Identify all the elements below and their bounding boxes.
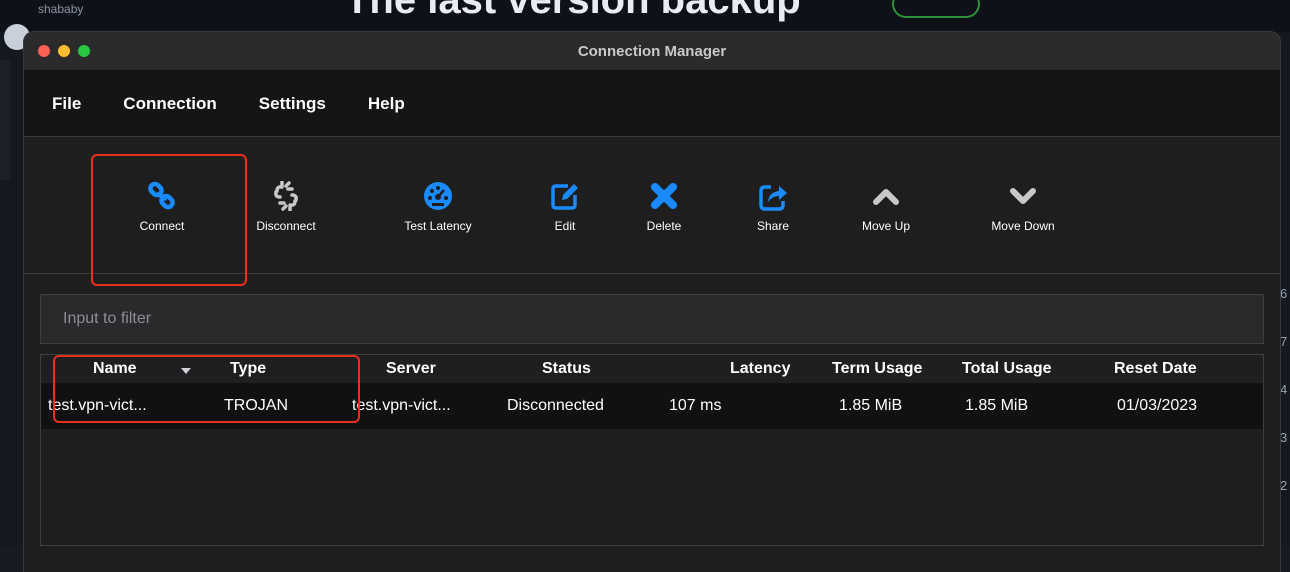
column-header-server[interactable]: Server — [338, 360, 492, 378]
share-label: Share — [756, 219, 790, 233]
filter-bar — [40, 294, 1264, 344]
column-header-status[interactable]: Status — [492, 360, 644, 378]
chevron-up-icon — [873, 189, 899, 205]
test-latency-label: Test Latency — [404, 219, 472, 233]
row-highlight-annotation — [53, 355, 360, 423]
cell-term-usage: 1.85 MiB — [839, 397, 903, 414]
background-digit: 6 — [1280, 286, 1288, 301]
share-button[interactable]: Share — [738, 175, 808, 233]
connect-highlight-annotation — [91, 154, 247, 286]
move-up-button[interactable]: Move Up — [846, 175, 926, 233]
main-content: Name Type Server Status Latency Term Usa… — [24, 274, 1280, 546]
move-down-button[interactable]: Move Down — [978, 175, 1068, 233]
cell-total-usage: 1.85 MiB — [965, 397, 1029, 414]
disconnect-button[interactable]: Disconnect — [236, 175, 336, 233]
delete-label: Delete — [646, 219, 682, 233]
speedometer-icon — [424, 182, 452, 210]
test-latency-button[interactable]: Test Latency — [388, 175, 488, 233]
cell-server: test.vpn-vict... — [352, 397, 451, 414]
background-digit: 3 — [1280, 430, 1288, 445]
background-digit: 7 — [1280, 334, 1288, 349]
filter-input[interactable] — [61, 309, 1065, 329]
cell-latency: 107 ms — [669, 397, 722, 414]
menu-connection[interactable]: Connection — [123, 94, 217, 114]
delete-x-icon — [651, 183, 677, 209]
edit-label: Edit — [554, 219, 576, 233]
background-digit: 2 — [1280, 478, 1288, 493]
background-right-column: 6 7 4 3 2 — [1280, 270, 1290, 510]
menu-file[interactable]: File — [52, 94, 81, 114]
background-page-title: The last version backup — [345, 0, 801, 22]
background-digit: 4 — [1280, 382, 1288, 397]
edit-icon — [551, 184, 578, 210]
background-username: shababy — [38, 2, 84, 16]
background-pill-button — [892, 0, 980, 18]
broken-link-icon — [274, 181, 298, 211]
share-icon — [759, 185, 787, 211]
menu-settings[interactable]: Settings — [259, 94, 326, 114]
window-title: Connection Manager — [577, 43, 727, 60]
column-header-total-usage[interactable]: Total Usage — [944, 360, 1094, 378]
edit-button[interactable]: Edit — [530, 175, 600, 233]
cell-status: Disconnected — [507, 397, 604, 414]
cell-reset-date: 01/03/2023 — [1117, 397, 1198, 414]
connection-manager-window: Connection Manager File Connection Setti… — [24, 32, 1280, 572]
menu-bar: File Connection Settings Help — [24, 71, 1280, 137]
title-bar[interactable]: Connection Manager — [24, 32, 1280, 71]
toolbar: Connect Disconnect Test Latency Edit Del… — [24, 137, 1280, 286]
move-up-label: Move Up — [861, 219, 911, 233]
move-down-label: Move Down — [991, 219, 1055, 233]
column-header-reset-date[interactable]: Reset Date — [1094, 360, 1224, 378]
disconnect-label: Disconnect — [256, 219, 316, 233]
menu-help[interactable]: Help — [368, 94, 405, 114]
chevron-down-icon — [1010, 188, 1036, 204]
delete-button[interactable]: Delete — [629, 175, 699, 233]
column-header-term-usage[interactable]: Term Usage — [794, 360, 944, 378]
connections-table: Name Type Server Status Latency Term Usa… — [40, 354, 1264, 546]
background-sidebar — [0, 60, 10, 180]
column-header-latency[interactable]: Latency — [644, 360, 794, 378]
